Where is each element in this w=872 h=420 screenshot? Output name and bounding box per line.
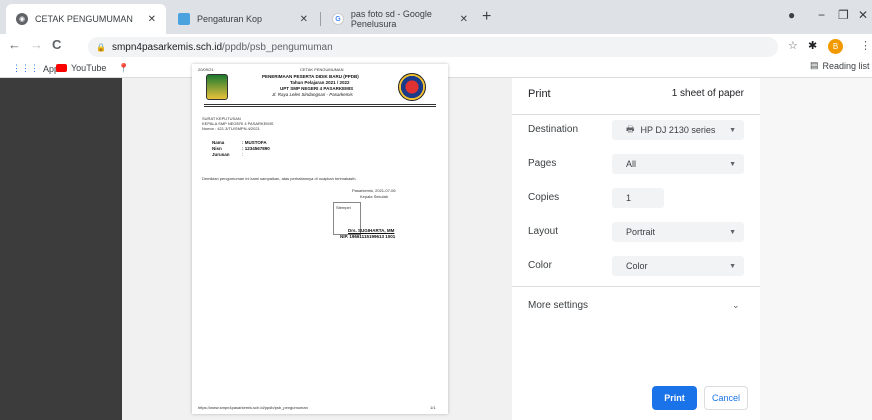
star-icon[interactable]: ☆: [788, 39, 798, 52]
tab-strip: ◉ CETAK PENGUMUMAN ✕ Pengaturan Kop ✕ G …: [0, 0, 872, 34]
pages-value: All: [626, 159, 637, 169]
menu-icon[interactable]: ⋮: [860, 39, 871, 52]
cancel-button[interactable]: Cancel: [704, 386, 748, 410]
more-settings-toggle[interactable]: More settings: [528, 300, 588, 311]
color-select[interactable]: Color ▼: [612, 256, 744, 276]
preview-page: 20/09/21 CETAK PENGUMUMAN PENERIMAAN PES…: [192, 64, 448, 414]
printer-icon: 🖶: [626, 124, 635, 134]
pages-label: Pages: [528, 158, 557, 169]
reload-icon[interactable]: C: [52, 37, 61, 52]
restore-button[interactable]: ❐: [838, 8, 849, 22]
signer-name: Drs. SUGIHARTA, MM: [348, 228, 395, 233]
pages-select[interactable]: All ▼: [612, 154, 744, 174]
back-icon[interactable]: ←: [8, 37, 21, 52]
divider: [512, 114, 760, 115]
profile-dot-icon[interactable]: ●: [788, 8, 795, 22]
doc-title-top: CETAK PENGUMUMAN: [300, 67, 344, 72]
layout-value: Portrait: [626, 227, 656, 237]
reading-list-label: Reading list: [822, 60, 870, 71]
name-label: Nama: [212, 140, 225, 145]
sk-number: Nomor : 421.3/TU/SMPN.4/2021: [202, 126, 260, 131]
jurusan-value: :: [242, 152, 244, 157]
tab-cetak-pengumuman[interactable]: ◉ CETAK PENGUMUMAN ✕: [6, 4, 166, 34]
color-label: Color: [528, 260, 552, 271]
jurusan-label: Jurusan: [212, 152, 230, 157]
copies-input[interactable]: 1: [612, 188, 664, 208]
reading-list-button[interactable]: ▤ Reading list: [810, 60, 870, 71]
bookmark-youtube[interactable]: YouTube: [56, 63, 106, 73]
apps-grid-icon: ⋮⋮⋮: [12, 63, 39, 73]
doc-date-top: 20/09/21: [198, 67, 214, 72]
doc-header-3: UPT SMP NEGERI 4 PASARKEMIS: [280, 86, 354, 91]
header-rule: [204, 106, 436, 107]
school-logo: [398, 73, 426, 101]
new-tab-button[interactable]: +: [482, 8, 491, 26]
google-icon: G: [332, 13, 344, 25]
sheet-count: 1 sheet of paper: [671, 88, 744, 99]
tab-label: Pengaturan Kop: [197, 14, 263, 24]
map-pin-icon: 📍: [118, 63, 130, 73]
minimize-button[interactable]: −: [818, 8, 825, 22]
extensions-icon[interactable]: ✱: [808, 39, 817, 52]
avatar[interactable]: B: [828, 39, 843, 54]
print-settings-panel: Print 1 sheet of paper Destination 🖶 HP …: [512, 78, 760, 420]
stamp-label: Stempel: [336, 205, 351, 210]
tab-google-search[interactable]: G pas foto sd - Google Penelusura ✕: [322, 4, 478, 34]
chevron-down-icon[interactable]: ⌄: [732, 300, 740, 311]
chevron-down-icon: ▼: [729, 228, 736, 236]
statement: Demikian pengumuman ini kami sampaikan, …: [202, 176, 357, 181]
youtube-icon: [56, 64, 67, 72]
nisn-label: Nisn: [212, 146, 222, 151]
browser-toolbar: ← → C 🔒 smpn4pasarkemis.sch.id/ppdb/psb_…: [0, 34, 872, 60]
lock-icon: 🔒: [96, 42, 106, 52]
copies-label: Copies: [528, 192, 560, 203]
url-path: /ppdb/psb_pengumuman: [222, 41, 333, 53]
window-close-button[interactable]: ✕: [858, 8, 868, 22]
signer-nip: NIP. 19661115199613 1001: [340, 234, 396, 239]
footer-url: https://www.smpn4pasarkemis.sch.id/ppdb/…: [198, 405, 308, 410]
chevron-down-icon: ▼: [729, 160, 736, 168]
print-title: Print: [528, 88, 551, 100]
forward-icon[interactable]: →: [30, 37, 43, 52]
divider: [512, 286, 760, 287]
page-background-right: [760, 78, 872, 420]
tab-label: CETAK PENGUMUMAN: [35, 14, 133, 24]
destination-label: Destination: [528, 124, 579, 135]
chevron-down-icon: ▼: [729, 262, 736, 270]
nisn-value: : 1234567890: [242, 146, 270, 151]
destination-select[interactable]: 🖶 HP DJ 2130 series ▼: [612, 120, 744, 140]
bookmark-label: YouTube: [71, 63, 107, 73]
layout-select[interactable]: Portrait ▼: [612, 222, 744, 242]
doc-header-1: PENERIMAAN PESERTA DIDIK BARU (PPDB): [262, 74, 359, 79]
layout-label: Layout: [528, 226, 559, 237]
destination-value: HP DJ 2130 series: [640, 125, 716, 135]
doc-header-2: Tahun Pelajaran 2021 / 2022: [290, 80, 350, 85]
tab-separator: [320, 12, 321, 26]
print-button[interactable]: Print: [652, 386, 697, 410]
address-bar[interactable]: 🔒 smpn4pasarkemis.sch.id/ppdb/psb_pengum…: [88, 37, 778, 57]
page-counter: 1/1: [430, 405, 436, 410]
close-icon[interactable]: ✕: [148, 14, 156, 25]
doc-header-4: Jl. Raya Leles Sindangsari - Pasarkemis: [272, 92, 353, 97]
reading-list-icon: ▤: [810, 60, 819, 70]
header-rule: [204, 104, 436, 105]
url-host: smpn4pasarkemis.sch.id: [111, 41, 223, 53]
globe-icon: ◉: [16, 13, 28, 25]
name-value: : MUSTOFA: [242, 140, 267, 145]
tab-pengaturan-kop[interactable]: Pengaturan Kop ✕: [168, 4, 318, 34]
close-icon[interactable]: ✕: [460, 14, 468, 25]
close-icon[interactable]: ✕: [300, 14, 308, 25]
position: Kepala Sekolah: [360, 194, 389, 199]
regional-logo: [206, 74, 228, 100]
bookmark-maps[interactable]: 📍: [118, 63, 133, 74]
page-icon: [178, 13, 190, 25]
color-value: Color: [626, 261, 648, 271]
place-date: Pasarkemis, 2021-07-06: [352, 188, 396, 193]
chevron-down-icon: ▼: [729, 126, 736, 134]
